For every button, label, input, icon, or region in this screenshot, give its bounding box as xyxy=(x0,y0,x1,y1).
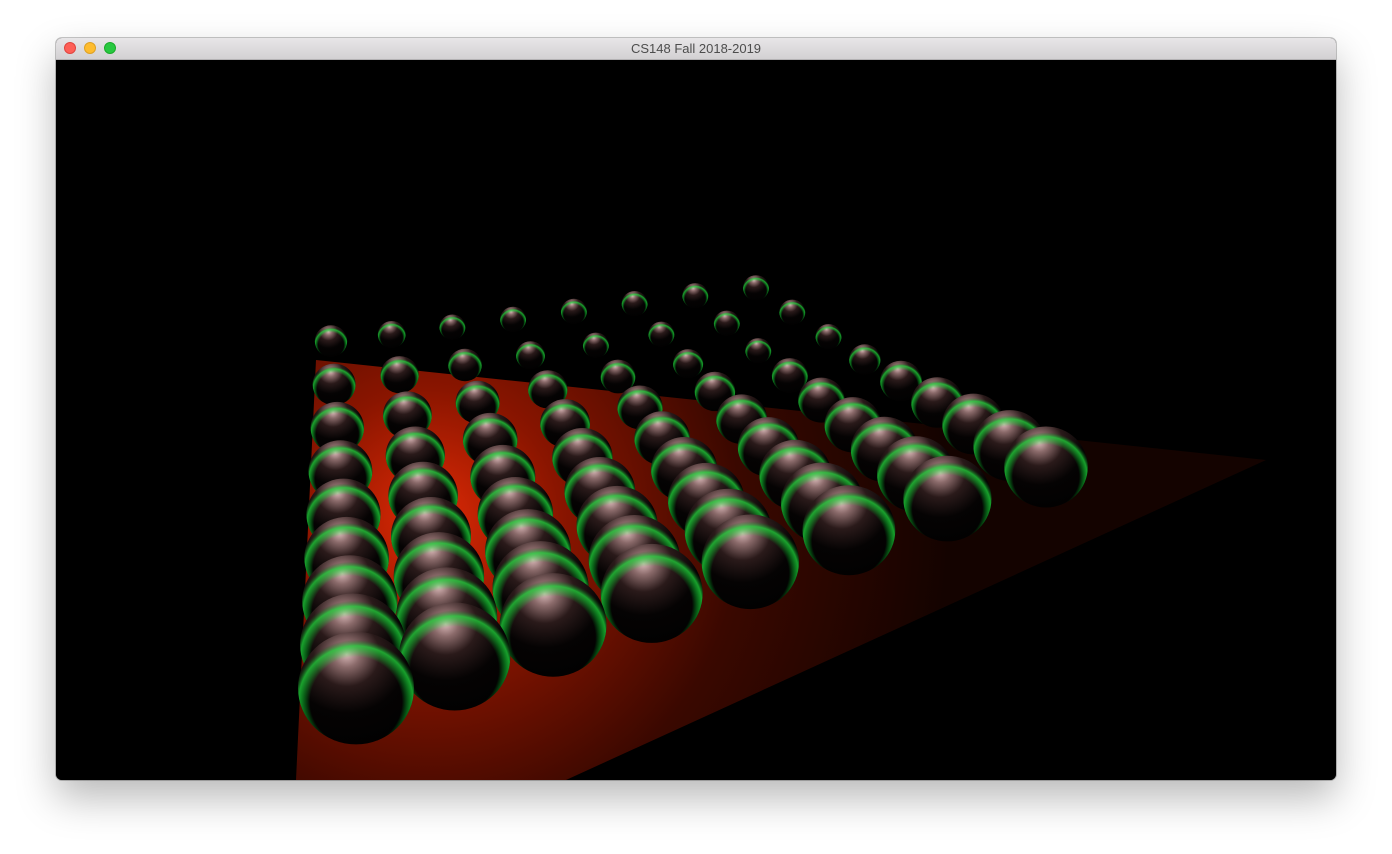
sphere-rim-light xyxy=(713,310,740,336)
sphere xyxy=(745,338,772,364)
sphere-rim-light xyxy=(314,325,348,357)
sphere xyxy=(682,283,709,309)
sphere xyxy=(314,325,348,357)
sphere xyxy=(701,514,799,610)
sphere xyxy=(448,348,482,382)
sphere-rim-light xyxy=(743,275,769,301)
sphere-rim-light xyxy=(380,356,419,394)
sphere-rim-light xyxy=(439,314,466,340)
rendered-scene xyxy=(296,275,1266,780)
sphere-rim-light xyxy=(802,485,896,576)
sphere xyxy=(1004,426,1088,508)
sphere-rim-light xyxy=(745,338,772,364)
sphere-rim-light xyxy=(516,341,545,370)
sphere-rim-light xyxy=(499,573,607,677)
sphere xyxy=(648,321,675,347)
render-viewport[interactable] xyxy=(56,60,1336,780)
sphere xyxy=(743,275,769,301)
sphere xyxy=(500,306,527,332)
sphere-rim-light xyxy=(701,514,799,610)
sphere-rim-light xyxy=(682,283,709,309)
sphere xyxy=(516,341,545,370)
sphere xyxy=(802,485,896,576)
sphere-rim-light xyxy=(903,455,992,542)
sphere xyxy=(439,314,466,340)
sphere xyxy=(621,291,648,317)
sphere-rim-light xyxy=(1004,426,1088,508)
sphere xyxy=(673,349,704,379)
sphere xyxy=(903,455,992,542)
sphere xyxy=(713,310,740,336)
sphere-rim-light xyxy=(600,543,703,643)
sphere-rim-light xyxy=(560,298,587,324)
sphere xyxy=(499,573,607,677)
sphere-rim-light xyxy=(621,291,648,317)
sphere xyxy=(398,602,511,711)
title-bar[interactable]: CS148 Fall 2018-2019 xyxy=(56,38,1336,60)
sphere-rim-light xyxy=(673,349,704,379)
sphere xyxy=(600,543,703,643)
sphere-rim-light xyxy=(312,363,356,406)
sphere-rim-light xyxy=(779,299,806,325)
sphere-rim-light xyxy=(377,321,406,348)
sphere xyxy=(849,344,881,375)
sphere-rim-light xyxy=(448,348,482,382)
app-window: CS148 Fall 2018-2019 xyxy=(56,38,1336,780)
sphere-rim-light xyxy=(648,321,675,347)
sphere xyxy=(582,332,609,358)
sphere-rim-light xyxy=(582,332,609,358)
sphere xyxy=(380,356,419,394)
sphere xyxy=(298,631,414,745)
sphere-rim-light xyxy=(298,631,414,745)
sphere xyxy=(779,299,806,325)
sphere xyxy=(815,324,842,350)
sphere xyxy=(312,363,356,406)
sphere-rim-light xyxy=(398,602,511,711)
sphere-rim-light xyxy=(500,306,527,332)
window-title: CS148 Fall 2018-2019 xyxy=(630,41,762,56)
sphere-rim-light xyxy=(849,344,881,375)
sphere xyxy=(560,298,587,324)
sphere xyxy=(377,321,406,348)
sphere-rim-light xyxy=(815,324,842,350)
